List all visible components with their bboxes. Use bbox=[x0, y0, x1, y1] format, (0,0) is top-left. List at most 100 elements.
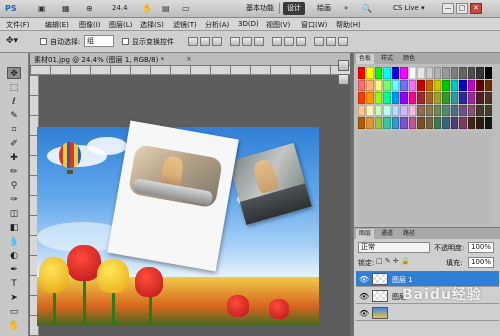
color-swatch[interactable] bbox=[358, 92, 366, 104]
blend-mode-select[interactable]: 正常 bbox=[358, 242, 430, 253]
color-swatch[interactable] bbox=[425, 104, 433, 117]
color-swatch[interactable] bbox=[400, 117, 408, 129]
color-swatch[interactable] bbox=[425, 67, 433, 79]
color-swatch[interactable] bbox=[417, 67, 425, 79]
color-swatch[interactable] bbox=[476, 117, 484, 129]
color-swatch[interactable] bbox=[417, 104, 425, 117]
color-swatch[interactable] bbox=[476, 92, 484, 104]
gradient-icon[interactable]: ◧ bbox=[7, 222, 21, 234]
color-swatch[interactable] bbox=[391, 79, 400, 92]
blur-icon[interactable]: 💧 bbox=[7, 236, 21, 248]
tab-styles[interactable]: 样式 bbox=[378, 54, 396, 64]
color-swatch[interactable] bbox=[358, 104, 366, 117]
color-swatch[interactable] bbox=[459, 79, 467, 92]
color-swatch[interactable] bbox=[366, 117, 374, 129]
color-swatch[interactable] bbox=[374, 67, 383, 79]
tab-channels[interactable]: 通道 bbox=[378, 229, 396, 239]
fill-input[interactable]: 100% bbox=[468, 257, 494, 268]
workspace-painting[interactable]: 绘画 bbox=[313, 2, 335, 15]
menu-edit[interactable]: 编辑(E) bbox=[45, 20, 69, 30]
color-swatch[interactable] bbox=[400, 92, 408, 104]
color-swatch[interactable] bbox=[383, 117, 391, 129]
search-icon[interactable]: 🔍 bbox=[362, 4, 372, 14]
tab-paths[interactable]: 路径 bbox=[400, 229, 418, 239]
eye-icon[interactable]: 👁 bbox=[359, 309, 369, 318]
history-panel-icon[interactable] bbox=[338, 60, 349, 71]
color-swatch[interactable] bbox=[391, 92, 400, 104]
color-swatch[interactable] bbox=[425, 79, 433, 92]
color-swatch[interactable] bbox=[400, 67, 408, 79]
color-swatch[interactable] bbox=[417, 92, 425, 104]
view-extras-icon[interactable]: ▦ bbox=[62, 4, 70, 14]
clone-stamp-icon[interactable]: ⚲ bbox=[7, 180, 21, 192]
color-swatch[interactable] bbox=[484, 104, 492, 117]
color-swatch[interactable] bbox=[374, 117, 383, 129]
cs-live-button[interactable]: CS Live ▾ bbox=[393, 4, 425, 12]
layer-row[interactable]: 👁 bbox=[356, 305, 499, 321]
history-brush-icon[interactable]: ✑ bbox=[7, 194, 21, 206]
color-swatch[interactable] bbox=[425, 117, 433, 129]
screen-mode-icon[interactable]: ▭ bbox=[182, 4, 190, 14]
color-swatch[interactable] bbox=[383, 67, 391, 79]
color-swatch[interactable] bbox=[450, 117, 459, 129]
color-swatch[interactable] bbox=[408, 117, 417, 129]
auto-select-dropdown[interactable]: 组 bbox=[84, 35, 114, 47]
color-swatch[interactable] bbox=[433, 117, 442, 129]
distribute-vcenter-icon[interactable] bbox=[284, 37, 294, 46]
color-swatch[interactable] bbox=[408, 104, 417, 117]
color-swatch[interactable] bbox=[450, 104, 459, 117]
eyedropper-icon[interactable]: ✐ bbox=[7, 138, 21, 150]
color-swatch[interactable] bbox=[417, 79, 425, 92]
color-swatch[interactable] bbox=[366, 104, 374, 117]
align-bottom-icon[interactable] bbox=[212, 37, 222, 46]
brush-icon[interactable]: ✏ bbox=[7, 166, 21, 178]
color-swatch[interactable] bbox=[383, 92, 391, 104]
align-vcenter-icon[interactable] bbox=[200, 37, 210, 46]
color-swatch[interactable] bbox=[417, 117, 425, 129]
color-swatch[interactable] bbox=[476, 67, 484, 79]
color-swatch[interactable] bbox=[459, 92, 467, 104]
color-swatch[interactable] bbox=[467, 117, 476, 129]
menu-select[interactable]: 选择(S) bbox=[140, 20, 164, 30]
color-swatch[interactable] bbox=[442, 67, 450, 79]
document-tab[interactable]: 素材01.jpg @ 24.4% (图层 1, RGB/8) * × bbox=[30, 53, 350, 66]
tab-color[interactable]: 颜色 bbox=[400, 54, 418, 64]
minimize-button[interactable]: — bbox=[442, 3, 454, 14]
color-swatch[interactable] bbox=[484, 67, 492, 79]
color-swatch[interactable] bbox=[484, 79, 492, 92]
menu-analysis[interactable]: 分析(A) bbox=[205, 20, 229, 30]
color-swatch[interactable] bbox=[467, 104, 476, 117]
color-swatch[interactable] bbox=[459, 117, 467, 129]
color-swatch[interactable] bbox=[366, 67, 374, 79]
move-tool-preset-icon[interactable]: ✥▾ bbox=[6, 36, 24, 48]
actions-panel-icon[interactable] bbox=[338, 74, 349, 85]
show-transform-checkbox[interactable] bbox=[122, 38, 129, 45]
marquee-icon[interactable]: ⬚ bbox=[7, 82, 21, 94]
align-left-icon[interactable] bbox=[230, 37, 240, 46]
shape-icon[interactable]: ▭ bbox=[7, 306, 21, 318]
crop-icon[interactable]: ⌗ bbox=[7, 124, 21, 136]
color-swatch[interactable] bbox=[442, 104, 450, 117]
color-swatch[interactable] bbox=[408, 67, 417, 79]
color-swatch[interactable] bbox=[383, 79, 391, 92]
color-swatch[interactable] bbox=[391, 117, 400, 129]
menu-layer[interactable]: 图层(L) bbox=[109, 20, 132, 30]
color-swatch[interactable] bbox=[425, 92, 433, 104]
color-swatch[interactable] bbox=[467, 92, 476, 104]
color-swatch[interactable] bbox=[374, 79, 383, 92]
color-swatch[interactable] bbox=[433, 67, 442, 79]
menu-filter[interactable]: 滤镜(T) bbox=[173, 20, 197, 30]
healing-brush-icon[interactable]: ✚ bbox=[7, 152, 21, 164]
maximize-button[interactable]: □ bbox=[456, 3, 468, 14]
color-swatch[interactable] bbox=[433, 104, 442, 117]
arrange-documents-icon[interactable]: ▤ bbox=[162, 4, 170, 14]
distribute-bottom-icon[interactable] bbox=[296, 37, 306, 46]
close-document-icon[interactable]: × bbox=[186, 55, 192, 63]
eye-icon[interactable]: 👁 bbox=[359, 292, 369, 301]
menu-file[interactable]: 文件(F) bbox=[6, 20, 30, 30]
color-swatch[interactable] bbox=[391, 67, 400, 79]
close-button[interactable]: ✕ bbox=[470, 3, 482, 14]
color-swatch[interactable] bbox=[408, 92, 417, 104]
eye-icon[interactable]: 👁 bbox=[359, 275, 369, 284]
menu-3d[interactable]: 3D(D) bbox=[238, 20, 259, 28]
